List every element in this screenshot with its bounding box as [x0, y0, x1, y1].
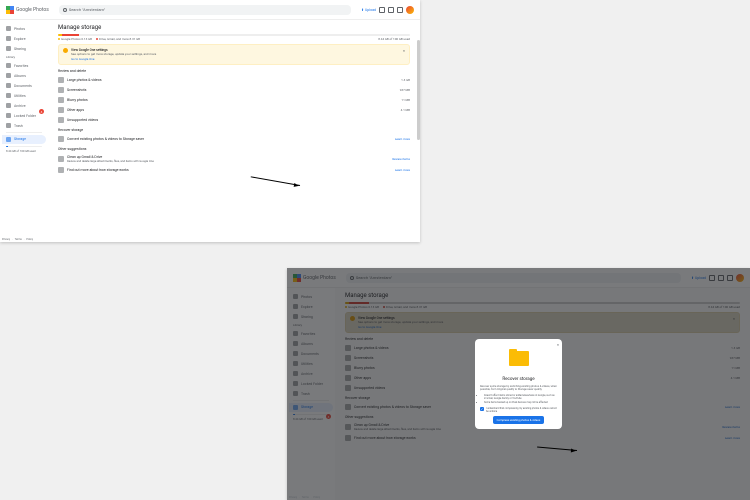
google-one-alert: View Google One settings See options to …	[58, 44, 410, 65]
footer-terms[interactable]: Terms	[302, 496, 309, 499]
sidebar-item-favorites[interactable]: Favorites	[2, 61, 46, 70]
sidebar-item-storage[interactable]: Storage	[2, 135, 46, 144]
checkbox-icon[interactable]: ✓	[480, 407, 484, 411]
other-header: Other suggestions	[58, 147, 410, 151]
search-input[interactable]: Search "Amsterdam"	[59, 5, 351, 15]
row-other-apps[interactable]: Other apps4.1 MB	[58, 105, 410, 115]
sidebar-item-sharing[interactable]: Sharing	[2, 44, 46, 53]
footer-policy[interactable]: Policy	[26, 238, 33, 241]
utilities-badge: 3	[39, 109, 44, 114]
help-icon[interactable]	[379, 7, 385, 13]
sidebar-item-utilities[interactable]: Utilities	[2, 91, 46, 100]
row-blurry[interactable]: Blurry photos11 MB	[58, 95, 410, 105]
usage-total: 8.44 GB of 100 GB used	[378, 37, 410, 41]
settings-icon[interactable]	[388, 7, 394, 13]
row-screenshots[interactable]: Screenshots937 MB	[58, 85, 410, 95]
close-modal-button[interactable]: ×	[557, 342, 559, 347]
folder-icon	[509, 351, 529, 366]
footer-privacy[interactable]: Privacy	[2, 238, 10, 241]
close-alert-button[interactable]: ×	[403, 48, 405, 61]
avatar[interactable]	[406, 6, 414, 14]
confirm-checkbox-row[interactable]: ✓ I understand that compressing my exist…	[480, 407, 557, 413]
modal-overlay[interactable]: × Recover storage Recover some storage b…	[287, 268, 750, 500]
recover-storage-modal: × Recover storage Recover some storage b…	[475, 339, 562, 430]
google-one-link[interactable]: Go to Google One	[71, 57, 156, 61]
usage-bar	[58, 34, 410, 36]
legend-drive: Drive, Gmail, and more 8.31 GB	[96, 37, 140, 41]
row-findout[interactable]: Find out more about how storage worksLea…	[58, 165, 410, 175]
storage-meter	[6, 146, 42, 147]
row-large-photos[interactable]: Large photos & videos1.3 GB	[58, 75, 410, 85]
sidebar-item-albums[interactable]: Albums	[2, 71, 46, 80]
storage-text: 8.44 GB of 100 GB used	[6, 149, 42, 153]
apps-icon[interactable]	[397, 7, 403, 13]
footer-privacy[interactable]: Privacy	[289, 496, 297, 499]
row-convert[interactable]: Convert existing photos & videos to Stor…	[58, 134, 410, 144]
footer-policy[interactable]: Policy	[313, 496, 320, 499]
upload-button[interactable]: ⬆ Upload	[361, 8, 376, 12]
page-title: Manage storage	[58, 24, 410, 31]
search-icon	[63, 8, 67, 12]
modal-list: Doesn't affect items stored or added els…	[480, 394, 557, 404]
modal-illustration	[480, 344, 557, 374]
app-logo[interactable]: Google Photos	[6, 6, 49, 14]
alert-icon	[63, 48, 68, 53]
scrollbar[interactable]	[417, 40, 420, 140]
sidebar: Photos Explore Sharing Library Favorites…	[0, 20, 48, 242]
sidebar-item-trash[interactable]: Trash	[2, 121, 46, 130]
sidebar-item-explore[interactable]: Explore	[2, 34, 46, 43]
recover-header: Recover storage	[58, 128, 410, 132]
row-unsupported[interactable]: Unsupported videos	[58, 115, 410, 125]
library-header: Library	[6, 55, 42, 59]
modal-title: Recover storage	[480, 377, 557, 382]
modal-text: Recover some storage by switching existi…	[480, 385, 557, 392]
sidebar-item-documents[interactable]: Documents	[2, 81, 46, 90]
learn-more-link-2[interactable]: Learn more	[395, 168, 410, 172]
review-header: Review and delete	[58, 69, 410, 73]
review-items-link[interactable]: Review items	[392, 157, 410, 161]
learn-more-link[interactable]: Learn more	[395, 137, 410, 141]
sidebar-item-photos[interactable]: Photos	[2, 24, 46, 33]
compress-button[interactable]: Compress existing photos & videos	[493, 416, 545, 424]
row-cleanup[interactable]: Clean up Gmail & DriveReview and delete …	[58, 153, 410, 165]
footer-terms[interactable]: Terms	[15, 238, 22, 241]
legend-photos: Google Photos 0.13 GB	[58, 37, 92, 41]
